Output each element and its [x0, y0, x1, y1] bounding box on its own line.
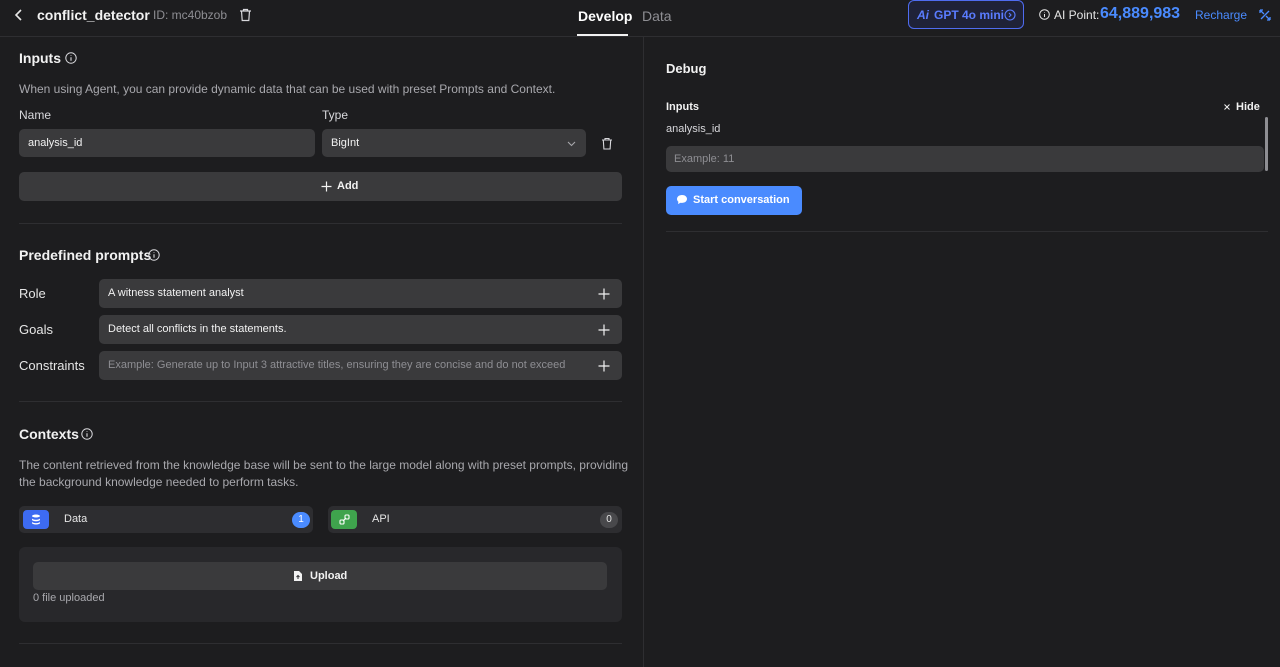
layout-toggle-icon[interactable] [1258, 8, 1272, 22]
add-input-label: Add [337, 180, 359, 192]
upload-area: Upload 0 file uploaded [19, 547, 622, 622]
debug-divider [666, 231, 1268, 232]
section-divider [19, 643, 622, 644]
expand-role-plus-icon[interactable] [598, 288, 610, 300]
scrollbar[interactable] [1265, 117, 1268, 171]
context-card-api[interactable]: API 0 [328, 506, 622, 533]
chat-bubble-icon [677, 195, 687, 204]
api-link-icon [331, 510, 357, 529]
active-tab-indicator [577, 34, 628, 36]
collapse-icon [1224, 104, 1230, 110]
inputs-info-icon[interactable] [65, 52, 77, 64]
back-arrow-icon[interactable] [12, 8, 26, 22]
upload-status: 0 file uploaded [33, 592, 105, 604]
debug-inputs-label: Inputs [666, 101, 699, 113]
type-column-header: Type [322, 108, 349, 122]
ai-mark-icon: Ai [917, 8, 929, 22]
add-input-button[interactable]: Add [19, 172, 622, 201]
ai-point-label: AI Point: [1054, 8, 1100, 22]
model-selector-button[interactable]: Ai GPT 4o mini [908, 0, 1024, 29]
recharge-link[interactable]: Recharge [1195, 8, 1247, 22]
data-count-badge: 1 [292, 512, 310, 528]
start-conversation-button[interactable]: Start conversation [666, 186, 802, 215]
input-type-select[interactable]: BigInt [322, 129, 586, 157]
agent-name: conflict_detector [37, 7, 150, 23]
context-data-label: Data [64, 513, 88, 525]
inputs-description: When using Agent, you can provide dynami… [19, 82, 556, 96]
delete-agent-trash-icon[interactable] [239, 8, 252, 22]
expand-constraints-plus-icon[interactable] [598, 360, 610, 372]
hide-label: Hide [1236, 101, 1260, 113]
upload-label: Upload [310, 570, 348, 582]
debug-variable-input[interactable]: Example: 11 [666, 146, 1264, 172]
chevron-circle-icon [1004, 9, 1016, 21]
chevron-down-icon [567, 141, 576, 147]
section-divider [19, 401, 622, 402]
predefined-prompts-title: Predefined prompts [19, 247, 152, 263]
top-bar: conflict_detector ID: mc40bzob Develop D… [0, 0, 1280, 37]
section-divider [19, 223, 622, 224]
delete-input-trash-icon[interactable] [601, 137, 613, 150]
info-icon [1039, 9, 1050, 20]
prompt-label-goals: Goals [19, 322, 53, 337]
constraints-field[interactable]: Example: Generate up to Input 3 attracti… [99, 351, 622, 380]
debug-title: Debug [666, 61, 707, 76]
prompt-label-role: Role [19, 286, 46, 301]
name-column-header: Name [19, 108, 52, 122]
contexts-description-line1: The content retrieved from the knowledge… [19, 458, 628, 472]
contexts-description-line2: the background knowledge needed to perfo… [19, 475, 299, 489]
model-name: GPT 4o mini [934, 8, 1005, 22]
plus-icon [321, 181, 332, 192]
role-field[interactable]: A witness statement analyst [99, 279, 622, 308]
ai-point-value: 64,889,983 [1100, 5, 1181, 22]
upload-button[interactable]: Upload [33, 562, 607, 590]
expand-goals-plus-icon[interactable] [598, 324, 610, 336]
develop-panel: Inputs When using Agent, you can provide… [0, 37, 643, 667]
input-type-value: BigInt [331, 137, 360, 149]
debug-panel: Debug Inputs Hide analysis_id Example: 1… [644, 37, 1280, 667]
context-api-label: API [372, 513, 390, 525]
api-count-badge: 0 [600, 512, 618, 528]
input-name-field[interactable]: analysis_id [19, 129, 315, 157]
inputs-title: Inputs [19, 50, 61, 66]
context-card-data[interactable]: Data 1 [19, 506, 313, 533]
tab-develop[interactable]: Develop [578, 8, 632, 24]
agent-id: ID: mc40bzob [153, 8, 228, 22]
tab-data[interactable]: Data [642, 8, 672, 24]
debug-variable-name: analysis_id [666, 123, 721, 135]
prompt-label-constraints: Constraints [19, 358, 85, 373]
contexts-title: Contexts [19, 426, 79, 442]
prompts-info-icon[interactable] [148, 249, 160, 261]
file-upload-icon [294, 571, 302, 581]
contexts-info-icon[interactable] [81, 428, 93, 440]
database-icon [23, 510, 49, 529]
goals-field[interactable]: Detect all conflicts in the statements. [99, 315, 622, 344]
start-conversation-label: Start conversation [693, 194, 790, 206]
